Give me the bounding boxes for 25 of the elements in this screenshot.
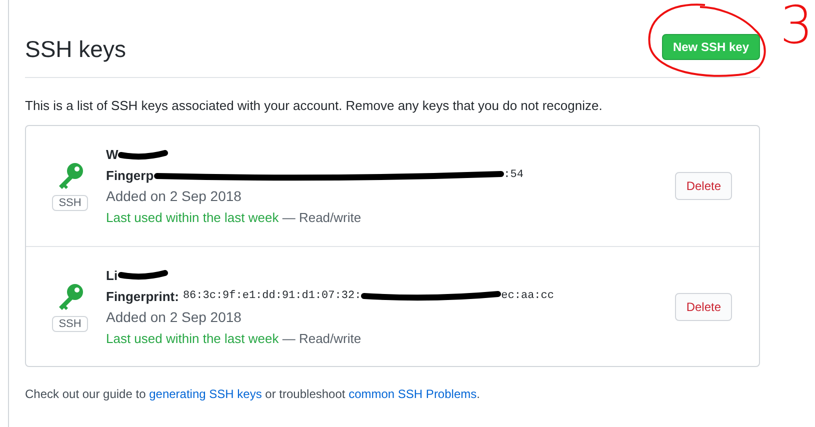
redaction-mark	[118, 270, 168, 280]
key-title: Li	[106, 266, 118, 284]
access-text: — Read/write	[282, 210, 362, 225]
fingerprint-value: :54	[504, 168, 524, 183]
fingerprint-label: Fingerp	[106, 167, 154, 185]
fingerprint-value: 86:3c:9f:e1:dd:91:d1:07:32:	[182, 288, 362, 304]
delete-button[interactable]: Delete	[675, 172, 732, 200]
generating-keys-link[interactable]: generating SSH keys	[149, 387, 262, 401]
access-text: — Read/write	[282, 330, 362, 346]
key-title: W	[106, 146, 118, 164]
page-title: SSH keys	[25, 35, 126, 64]
last-used-text: Last used within the last week	[106, 330, 279, 346]
added-date: Added on 2 Sep 2018	[106, 187, 242, 206]
description-text: This is a list of SSH keys associated with your account. Remove any keys that you do not recognize.	[25, 96, 604, 115]
ssh-label: SSH	[52, 195, 88, 211]
last-used-text: Last used within the last week	[106, 210, 279, 225]
footer-text: Check out our guide to generating SSH keys or troubleshoot common SSH Problems.	[25, 386, 481, 403]
ssh-label: SSH	[52, 316, 88, 332]
annotation-number: 3	[780, 0, 814, 52]
fingerprint-label: Fingerprint:	[106, 288, 179, 306]
delete-button[interactable]: Delete	[675, 292, 732, 320]
redaction-mark	[118, 150, 168, 160]
fingerprint-value: ec:aa:cc	[501, 288, 554, 304]
added-date: Added on 2 Sep 2018	[106, 308, 242, 327]
ssh-problems-link[interactable]: common SSH Problems	[348, 387, 477, 401]
